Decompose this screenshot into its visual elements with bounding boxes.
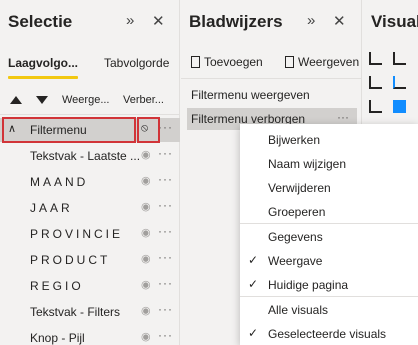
layer-item[interactable]: REGIO ◉ ··· xyxy=(0,274,180,298)
eye-icon[interactable]: ◉ xyxy=(141,252,151,265)
more-options-icon[interactable]: ··· xyxy=(158,120,173,134)
add-bookmark-label: Toevoegen xyxy=(204,55,263,69)
menu-item-current-page[interactable]: ✓ Huidige pagina xyxy=(240,273,418,297)
active-tab-indicator xyxy=(8,76,78,79)
stacked-column-chart-icon[interactable] xyxy=(393,52,406,65)
more-options-icon[interactable]: ··· xyxy=(158,328,173,342)
more-options-icon[interactable]: ··· xyxy=(158,146,173,160)
layer-item-label: PRODUCT xyxy=(30,253,111,267)
view-icon xyxy=(285,56,294,68)
menu-item-label: Weergave xyxy=(268,254,323,268)
tab-tab-order[interactable]: Tabvolgorde xyxy=(104,56,169,70)
menu-item-label: Verwijderen xyxy=(268,181,331,195)
bookmark-item[interactable]: Filtermenu weergeven xyxy=(187,84,357,106)
eye-icon[interactable]: ◉ xyxy=(141,148,151,161)
menu-item-rename[interactable]: Naam wijzigen xyxy=(240,152,418,176)
layer-item[interactable]: JAAR ◉ ··· xyxy=(0,196,180,220)
menu-item-update[interactable]: Bijwerken xyxy=(240,128,418,152)
menu-divider xyxy=(240,296,418,297)
funnel-icon[interactable] xyxy=(393,100,406,113)
menu-divider xyxy=(240,223,418,224)
context-menu: Bijwerken Naam wijzigen Verwijderen Groe… xyxy=(240,124,418,345)
layer-item-label: MAAND xyxy=(30,175,89,189)
layer-item[interactable]: PRODUCT ◉ ··· xyxy=(0,248,180,272)
layer-item-label: Tekstvak - Laatste ... xyxy=(30,149,141,163)
layer-item[interactable]: MAAND ◉ ··· xyxy=(0,170,180,194)
eye-icon[interactable]: ◉ xyxy=(141,278,151,291)
layer-item[interactable]: Tekstvak - Laatste ... ◉ ··· xyxy=(0,144,180,168)
layer-item-label: Knop - Pijl xyxy=(30,331,85,345)
eye-icon[interactable]: ◉ xyxy=(141,330,151,343)
menu-item-delete[interactable]: Verwijderen xyxy=(240,176,418,200)
close-icon[interactable]: ✕ xyxy=(152,12,165,30)
checkmark-icon: ✓ xyxy=(248,326,259,340)
menu-item-label: Groeperen xyxy=(268,205,326,219)
show-all-button[interactable]: Weerge... xyxy=(62,94,110,106)
view-bookmark-button[interactable]: Weergeven xyxy=(285,55,359,69)
layer-item-label: REGIO xyxy=(30,279,84,293)
tab-layer-order[interactable]: Laagvolgo... xyxy=(8,56,78,70)
more-options-icon[interactable]: ··· xyxy=(337,110,349,124)
menu-item-data[interactable]: Gegevens xyxy=(240,225,418,249)
menu-item-label: Naam wijzigen xyxy=(268,157,347,171)
menu-item-label: Huidige pagina xyxy=(268,278,349,292)
stacked-bar-chart-icon[interactable] xyxy=(369,52,382,65)
checkmark-icon: ✓ xyxy=(248,253,259,267)
more-options-icon[interactable]: ··· xyxy=(158,172,173,186)
menu-item-label: Geselecteerde visuals xyxy=(268,327,387,341)
eye-icon[interactable]: ◉ xyxy=(141,200,151,213)
checkmark-icon: ✓ xyxy=(248,277,259,291)
layer-item[interactable]: Knop - Pijl ◉ ··· xyxy=(0,326,180,345)
area-chart-icon[interactable] xyxy=(393,76,406,89)
collapse-pane-icon[interactable]: » xyxy=(126,12,134,29)
menu-item-label: Alle visuals xyxy=(268,303,329,317)
more-options-icon[interactable]: ··· xyxy=(158,302,173,316)
layer-item-label: Tekstvak - Filters xyxy=(30,305,121,319)
close-icon[interactable]: ✕ xyxy=(333,12,346,30)
bookmark-item-label: Filtermenu weergeven xyxy=(191,88,310,102)
hide-all-button[interactable]: Verber... xyxy=(123,94,164,106)
menu-item-display[interactable]: ✓ Weergave xyxy=(240,249,418,273)
collapse-pane-icon[interactable]: » xyxy=(307,12,315,29)
highlight-box xyxy=(2,117,136,143)
add-bookmark-button[interactable]: Toevoegen xyxy=(191,55,263,69)
eye-icon[interactable]: ◉ xyxy=(141,174,151,187)
more-options-icon[interactable]: ··· xyxy=(158,224,173,238)
eye-icon[interactable]: ◉ xyxy=(141,304,151,317)
more-options-icon[interactable]: ··· xyxy=(158,198,173,212)
menu-item-all-visuals[interactable]: Alle visuals xyxy=(240,298,418,322)
layer-item-label: JAAR xyxy=(30,201,73,215)
view-bookmark-label: Weergeven xyxy=(298,55,360,69)
menu-item-selected-visuals[interactable]: ✓ Geselecteerde visuals xyxy=(240,322,418,345)
line-chart-icon[interactable] xyxy=(369,76,382,89)
visualizations-title: Visual xyxy=(371,12,418,31)
more-options-icon[interactable]: ··· xyxy=(158,250,173,264)
menu-item-label: Gegevens xyxy=(268,230,323,244)
layer-item[interactable]: PROVINCIE ◉ ··· xyxy=(0,222,180,246)
highlight-box-eye xyxy=(137,117,160,143)
divider xyxy=(181,78,362,79)
selection-pane: Selectie » ✕ Laagvolgo... Tabvolgorde We… xyxy=(0,0,180,345)
layer-item[interactable]: Tekstvak - Filters ◉ ··· xyxy=(0,300,180,324)
eye-icon[interactable]: ◉ xyxy=(141,226,151,239)
layer-item-label: PROVINCIE xyxy=(30,227,124,241)
move-down-icon[interactable] xyxy=(36,96,48,104)
divider xyxy=(0,114,180,115)
bookmarks-title: Bladwijzers xyxy=(189,12,283,31)
move-up-icon[interactable] xyxy=(10,96,22,104)
menu-item-label: Bijwerken xyxy=(268,133,321,147)
bookmark-icon xyxy=(191,56,200,68)
menu-item-group[interactable]: Groeperen xyxy=(240,200,418,224)
ribbon-chart-icon[interactable] xyxy=(369,100,382,113)
selection-title: Selectie xyxy=(8,12,73,31)
more-options-icon[interactable]: ··· xyxy=(158,276,173,290)
